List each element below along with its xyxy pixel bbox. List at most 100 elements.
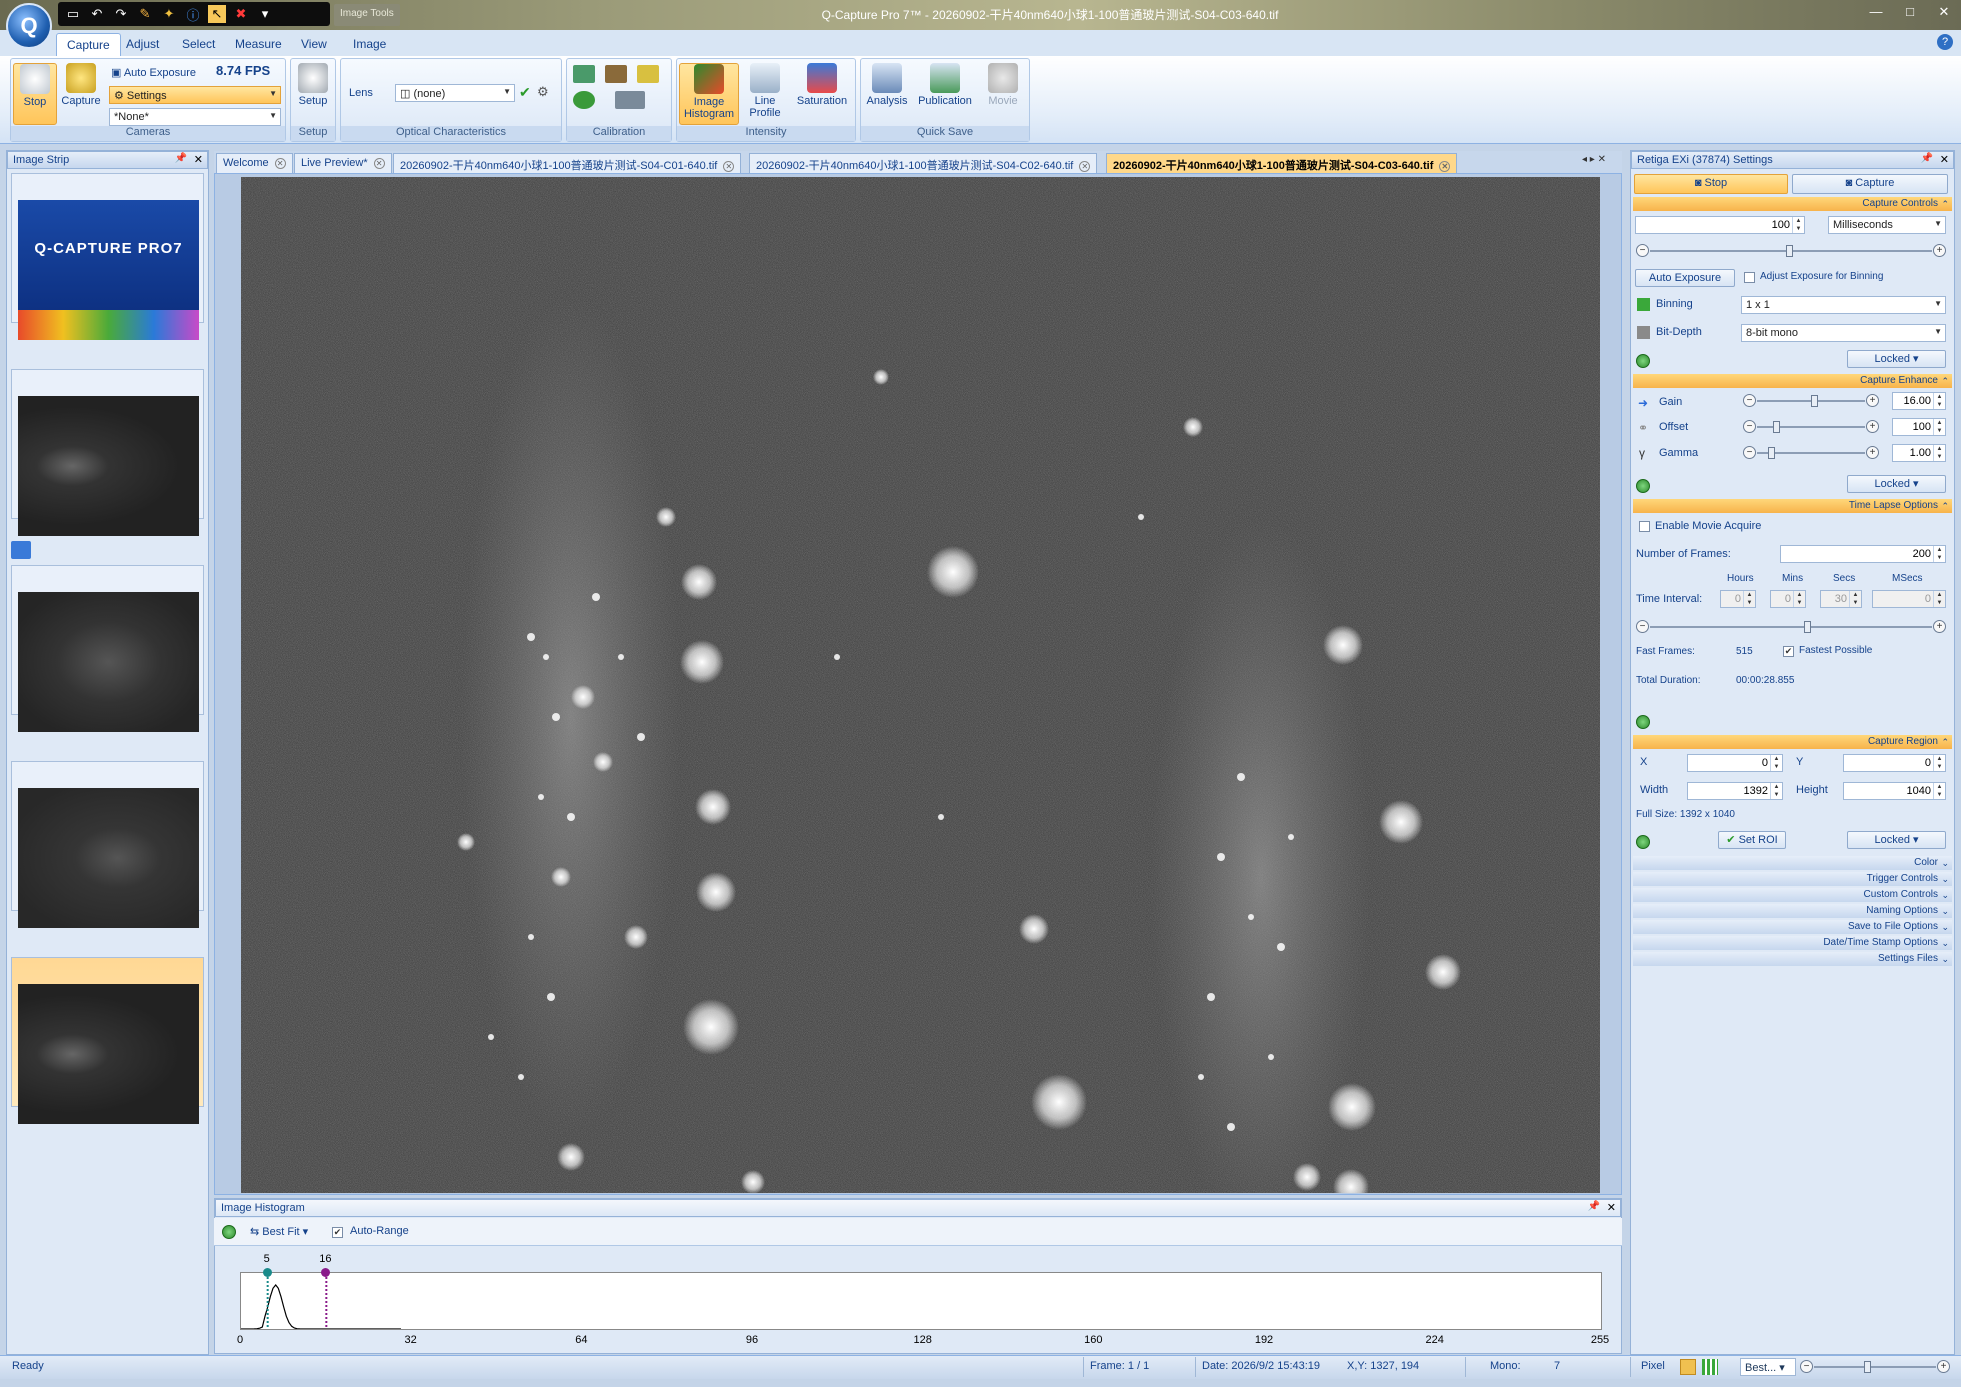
binning-dropdown[interactable]: 1 x 1 ▼ — [1741, 296, 1946, 314]
reset-icon[interactable] — [1636, 835, 1650, 849]
section-trigger-controls[interactable]: Trigger Controls ⌄ — [1633, 872, 1952, 886]
pixel-mode-icon[interactable] — [1680, 1359, 1696, 1375]
y-input[interactable]: 0 ▲ ▼ — [1843, 754, 1946, 772]
exposure-input[interactable]: 100 ▲ ▼ — [1635, 216, 1805, 234]
locked-dropdown-1[interactable]: Locked ▾ — [1847, 350, 1946, 368]
settings-dropdown[interactable]: ⚙ Settings ▼ — [109, 86, 281, 104]
tab-capture[interactable]: Capture — [56, 33, 121, 56]
minus-icon[interactable]: − — [1636, 244, 1649, 257]
application-menu-button[interactable]: Q — [6, 3, 52, 49]
customize-icon[interactable]: ▾ — [256, 5, 274, 23]
num-frames-input[interactable]: 200 ▲ ▼ — [1780, 545, 1946, 563]
pointer-icon[interactable]: ↖ — [208, 5, 226, 23]
minus-icon[interactable]: − — [1743, 420, 1756, 433]
close-icon[interactable]: ✕ — [1607, 1201, 1616, 1214]
reset-icon[interactable] — [1636, 354, 1650, 368]
pin-icon[interactable]: 📌 — [175, 153, 187, 164]
close-icon[interactable]: ✕ — [1940, 153, 1949, 166]
plus-icon[interactable]: + — [1933, 244, 1946, 257]
time-lapse-header[interactable]: Time Lapse Options ⌃ — [1633, 499, 1952, 513]
plus-icon[interactable]: + — [1933, 620, 1946, 633]
exposure-slider[interactable]: − + — [1636, 244, 1946, 258]
tab-view[interactable]: View — [291, 33, 337, 56]
auto-exposure-button[interactable]: Auto Exposure — [1635, 269, 1735, 287]
image-histogram-button[interactable]: Image Histogram — [679, 63, 739, 125]
offset-slider[interactable]: − + — [1743, 420, 1879, 434]
publication-button[interactable]: Publication — [913, 63, 977, 125]
calibration-icon-1[interactable] — [573, 65, 595, 83]
doc-tab-c02[interactable]: 20260902-干片40nm640小球1-100普通玻片测试-S04-C02-… — [749, 153, 1098, 173]
pin-icon[interactable]: 📌 — [1921, 153, 1933, 164]
section-save-to-file[interactable]: Save to File Options ⌄ — [1633, 920, 1952, 934]
minus-icon[interactable]: − — [1636, 620, 1649, 633]
info-icon[interactable]: ⓘ — [184, 5, 202, 23]
minus-icon[interactable]: − — [1800, 1360, 1813, 1373]
maximize-icon[interactable]: □ — [1899, 2, 1921, 22]
histogram-plot[interactable] — [240, 1272, 1602, 1330]
gamma-slider[interactable]: − + — [1743, 446, 1879, 460]
capture-controls-header[interactable]: Capture Controls ⌃ — [1633, 197, 1952, 211]
preset-dropdown[interactable]: *None* ▼ — [109, 108, 281, 126]
cancel-icon[interactable]: ✖ — [232, 5, 250, 23]
thumbnail-c03[interactable] — [11, 957, 204, 1124]
redo-icon[interactable]: ↷ — [112, 5, 130, 23]
slider-thumb[interactable] — [1804, 621, 1811, 633]
thumbnail-live-preview[interactable] — [11, 369, 204, 536]
interval-msecs-input[interactable]: 0 ▲ ▼ — [1872, 590, 1946, 608]
tab-close-icon[interactable]: ✕ — [723, 161, 735, 172]
settings-stop-button[interactable]: ◙ Stop — [1634, 174, 1788, 194]
reset-icon[interactable] — [1636, 715, 1650, 729]
capture-region-header[interactable]: Capture Region ⌃ — [1633, 735, 1952, 749]
refresh-icon[interactable] — [222, 1225, 236, 1239]
saturation-button[interactable]: Saturation — [791, 63, 853, 125]
zoom-slider[interactable]: − + — [1800, 1360, 1950, 1374]
slider-thumb[interactable] — [1864, 1361, 1871, 1373]
fastest-possible-checkbox[interactable]: ✔ — [1783, 646, 1794, 657]
interval-slider[interactable]: − + — [1636, 620, 1946, 634]
analysis-button[interactable]: Analysis — [865, 63, 909, 125]
tab-close-icon[interactable]: ✕ — [373, 158, 385, 169]
slider-thumb[interactable] — [1811, 395, 1818, 407]
gain-input[interactable]: 16.00 ▲ ▼ — [1892, 392, 1946, 410]
doc-tab-c03[interactable]: 20260902-干片40nm640小球1-100普通玻片测试-S04-C03-… — [1106, 153, 1458, 173]
tab-image[interactable]: Image — [343, 33, 396, 56]
help-icon[interactable]: ? — [1937, 34, 1953, 50]
brush-icon[interactable]: ✦ — [160, 5, 178, 23]
pin-icon[interactable]: 📌 — [1588, 1201, 1600, 1212]
undo-icon[interactable]: ↶ — [88, 5, 106, 23]
close-icon[interactable]: ✕ — [1933, 2, 1955, 22]
locked-dropdown-3[interactable]: Locked ▾ — [1847, 831, 1946, 849]
gamma-input[interactable]: 1.00 ▲ ▼ — [1892, 444, 1946, 462]
close-icon[interactable]: ✕ — [194, 153, 203, 166]
low-marker-handle[interactable] — [262, 1268, 272, 1277]
enable-movie-checkbox[interactable] — [1639, 521, 1650, 532]
grid-icon[interactable] — [1702, 1359, 1718, 1375]
tab-nav-arrows[interactable]: ◂ ▸ ✕ — [1582, 154, 1606, 165]
height-input[interactable]: 1040 ▲ ▼ — [1843, 782, 1946, 800]
gain-slider[interactable]: − + — [1743, 394, 1879, 408]
slider-thumb[interactable] — [1786, 245, 1793, 257]
movie-button[interactable]: Movie — [981, 63, 1025, 125]
calibration-icon-3[interactable] — [637, 65, 659, 83]
x-input[interactable]: 0 ▲ ▼ — [1687, 754, 1783, 772]
exposure-unit-dropdown[interactable]: Milliseconds ▼ — [1828, 216, 1946, 234]
tab-close-icon[interactable]: ✕ — [1079, 161, 1091, 172]
lens-settings-icon[interactable]: ⚙ — [537, 84, 549, 100]
window-icon[interactable]: ▭ — [64, 5, 82, 23]
locked-dropdown-2[interactable]: Locked ▾ — [1847, 475, 1946, 493]
minus-icon[interactable]: − — [1743, 446, 1756, 459]
zoom-dropdown[interactable]: Best... ▾ — [1740, 1358, 1796, 1376]
minimize-icon[interactable]: — — [1865, 2, 1887, 22]
plus-icon[interactable]: + — [1866, 420, 1879, 433]
lens-dropdown[interactable]: ◫ (none) ▼ — [395, 84, 515, 102]
plus-icon[interactable]: + — [1937, 1360, 1950, 1373]
setup-button[interactable]: Setup — [291, 63, 335, 125]
minus-icon[interactable]: − — [1743, 394, 1756, 407]
thumbnail-welcome[interactable]: Q-CAPTURE PRO7 — [11, 173, 204, 340]
offset-input[interactable]: 100 ▲ ▼ — [1892, 418, 1946, 436]
set-roi-button[interactable]: ✔ Set ROI — [1718, 831, 1786, 849]
slider-thumb[interactable] — [1768, 447, 1775, 459]
stop-button[interactable]: Stop — [13, 63, 57, 125]
calibration-icon-4[interactable] — [573, 91, 595, 109]
section-date-time-stamp[interactable]: Date/Time Stamp Options ⌄ — [1633, 936, 1952, 950]
